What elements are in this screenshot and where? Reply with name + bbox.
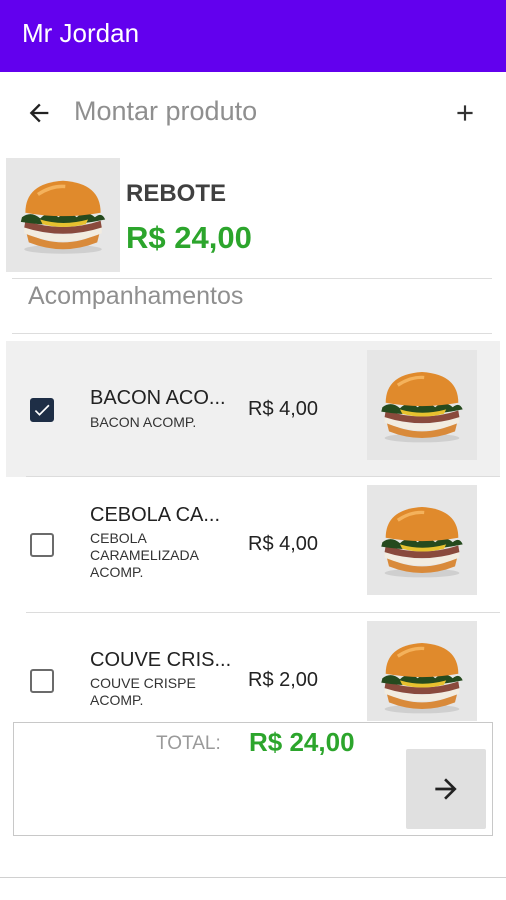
item-description: BACON ACOMP.: [90, 414, 197, 430]
item-image: [367, 621, 477, 721]
page-title: Montar produto: [74, 96, 258, 126]
arrow-left-icon: [29, 103, 49, 123]
item-checkbox[interactable]: [30, 669, 54, 693]
item-checkbox[interactable]: [30, 533, 54, 557]
item-description: COUVE CRISPE ACOMP.: [90, 675, 196, 708]
app-title: Mr Jordan: [22, 18, 140, 48]
item-name: BACON ACO...: [90, 387, 226, 409]
item-description: CEBOLA CARAMELIZADA ACOMP.: [90, 530, 199, 580]
order-footer: TOTAL: R$ 24,00: [13, 722, 493, 836]
check-icon: [34, 404, 50, 416]
toolbar: Montar produto: [0, 72, 506, 152]
divider: [12, 333, 492, 334]
product-name: REBOTE: [126, 180, 227, 207]
item-price: R$ 4,00: [248, 398, 319, 420]
product-image: [6, 158, 120, 272]
item-checkbox[interactable]: [30, 398, 54, 422]
item-image: [367, 485, 477, 595]
section-title: Acompanhamentos: [28, 282, 244, 310]
item-price: R$ 4,00: [248, 533, 319, 555]
list-item[interactable]: BACON ACO... BACON ACOMP. R$ 4,00: [6, 341, 500, 477]
item-price: R$ 2,00: [248, 669, 319, 691]
app-bar: Mr Jordan: [0, 0, 506, 72]
next-button[interactable]: [406, 749, 486, 829]
list-item[interactable]: COUVE CRIS... COUVE CRISPE ACOMP. R$ 2,0…: [6, 613, 500, 721]
arrow-right-icon: [435, 778, 457, 800]
add-button[interactable]: [448, 96, 482, 130]
plus-icon: [457, 105, 473, 121]
list-item[interactable]: CEBOLA CA... CEBOLA CARAMELIZADA ACOMP. …: [6, 477, 500, 613]
product-price: R$ 24,00: [126, 220, 252, 255]
back-button[interactable]: [22, 96, 56, 130]
total-label: TOTAL:: [156, 733, 221, 754]
item-name: COUVE CRIS...: [90, 649, 232, 671]
divider: [0, 877, 506, 878]
total-value: R$ 24,00: [249, 727, 355, 757]
item-name: CEBOLA CA...: [90, 504, 221, 526]
item-image: [367, 350, 477, 460]
divider: [12, 278, 492, 279]
